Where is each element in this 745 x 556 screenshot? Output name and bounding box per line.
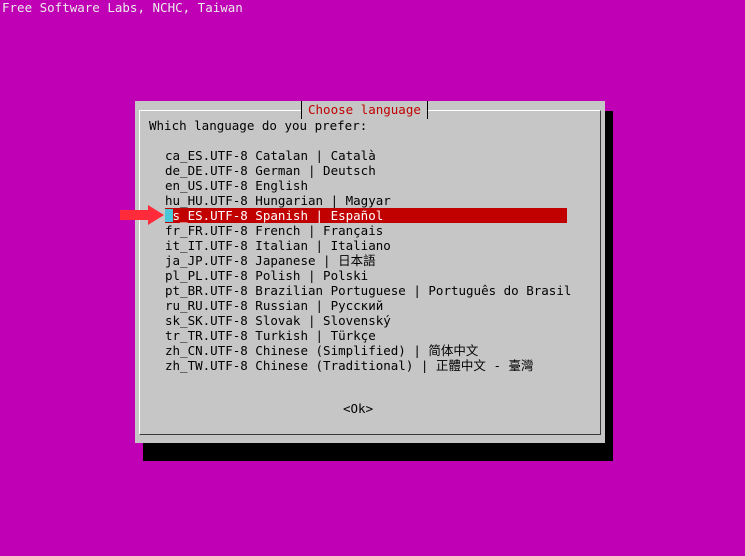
language-option-en[interactable]: en_US.UTF-8 English [165,178,571,193]
language-option-zh-tw[interactable]: zh_TW.UTF-8 Chinese (Traditional) | 正體中文… [165,358,571,373]
language-option-es-label: es_ES.UTF-8 Spanish | Español [165,208,384,223]
language-option-it[interactable]: it_IT.UTF-8 Italian | Italiano [165,238,571,253]
text-cursor [165,209,173,222]
dialog-title: Choose language [301,101,428,119]
dialog-prompt: Which language do you prefer: [149,118,368,133]
language-list[interactable]: ca_ES.UTF-8 Catalan | Català de_DE.UTF-8… [165,148,571,373]
language-option-ca[interactable]: ca_ES.UTF-8 Catalan | Català [165,148,571,163]
language-option-pt[interactable]: pt_BR.UTF-8 Brazilian Portuguese | Portu… [165,283,571,298]
language-dialog: Choose language Which language do you pr… [135,101,605,443]
language-option-de[interactable]: de_DE.UTF-8 German | Deutsch [165,163,571,178]
language-option-tr[interactable]: tr_TR.UTF-8 Turkish | Türkçe [165,328,571,343]
language-option-zh-cn[interactable]: zh_CN.UTF-8 Chinese (Simplified) | 简体中文 [165,343,571,358]
language-option-ru[interactable]: ru_RU.UTF-8 Russian | Русский [165,298,571,313]
language-option-es[interactable]: es_ES.UTF-8 Spanish | Español [165,208,567,223]
language-option-ja[interactable]: ja_JP.UTF-8 Japanese | 日本語 [165,253,571,268]
ok-button[interactable]: <Ok> [343,401,373,417]
language-option-sk[interactable]: sk_SK.UTF-8 Slovak | Slovenský [165,313,571,328]
language-option-hu[interactable]: hu_HU.UTF-8 Hungarian | Magyar [165,193,571,208]
language-option-fr[interactable]: fr_FR.UTF-8 French | Français [165,223,571,238]
top-banner: Free Software Labs, NCHC, Taiwan [2,0,243,15]
red-arrow-icon [120,205,164,225]
language-option-pl[interactable]: pl_PL.UTF-8 Polish | Polski [165,268,571,283]
